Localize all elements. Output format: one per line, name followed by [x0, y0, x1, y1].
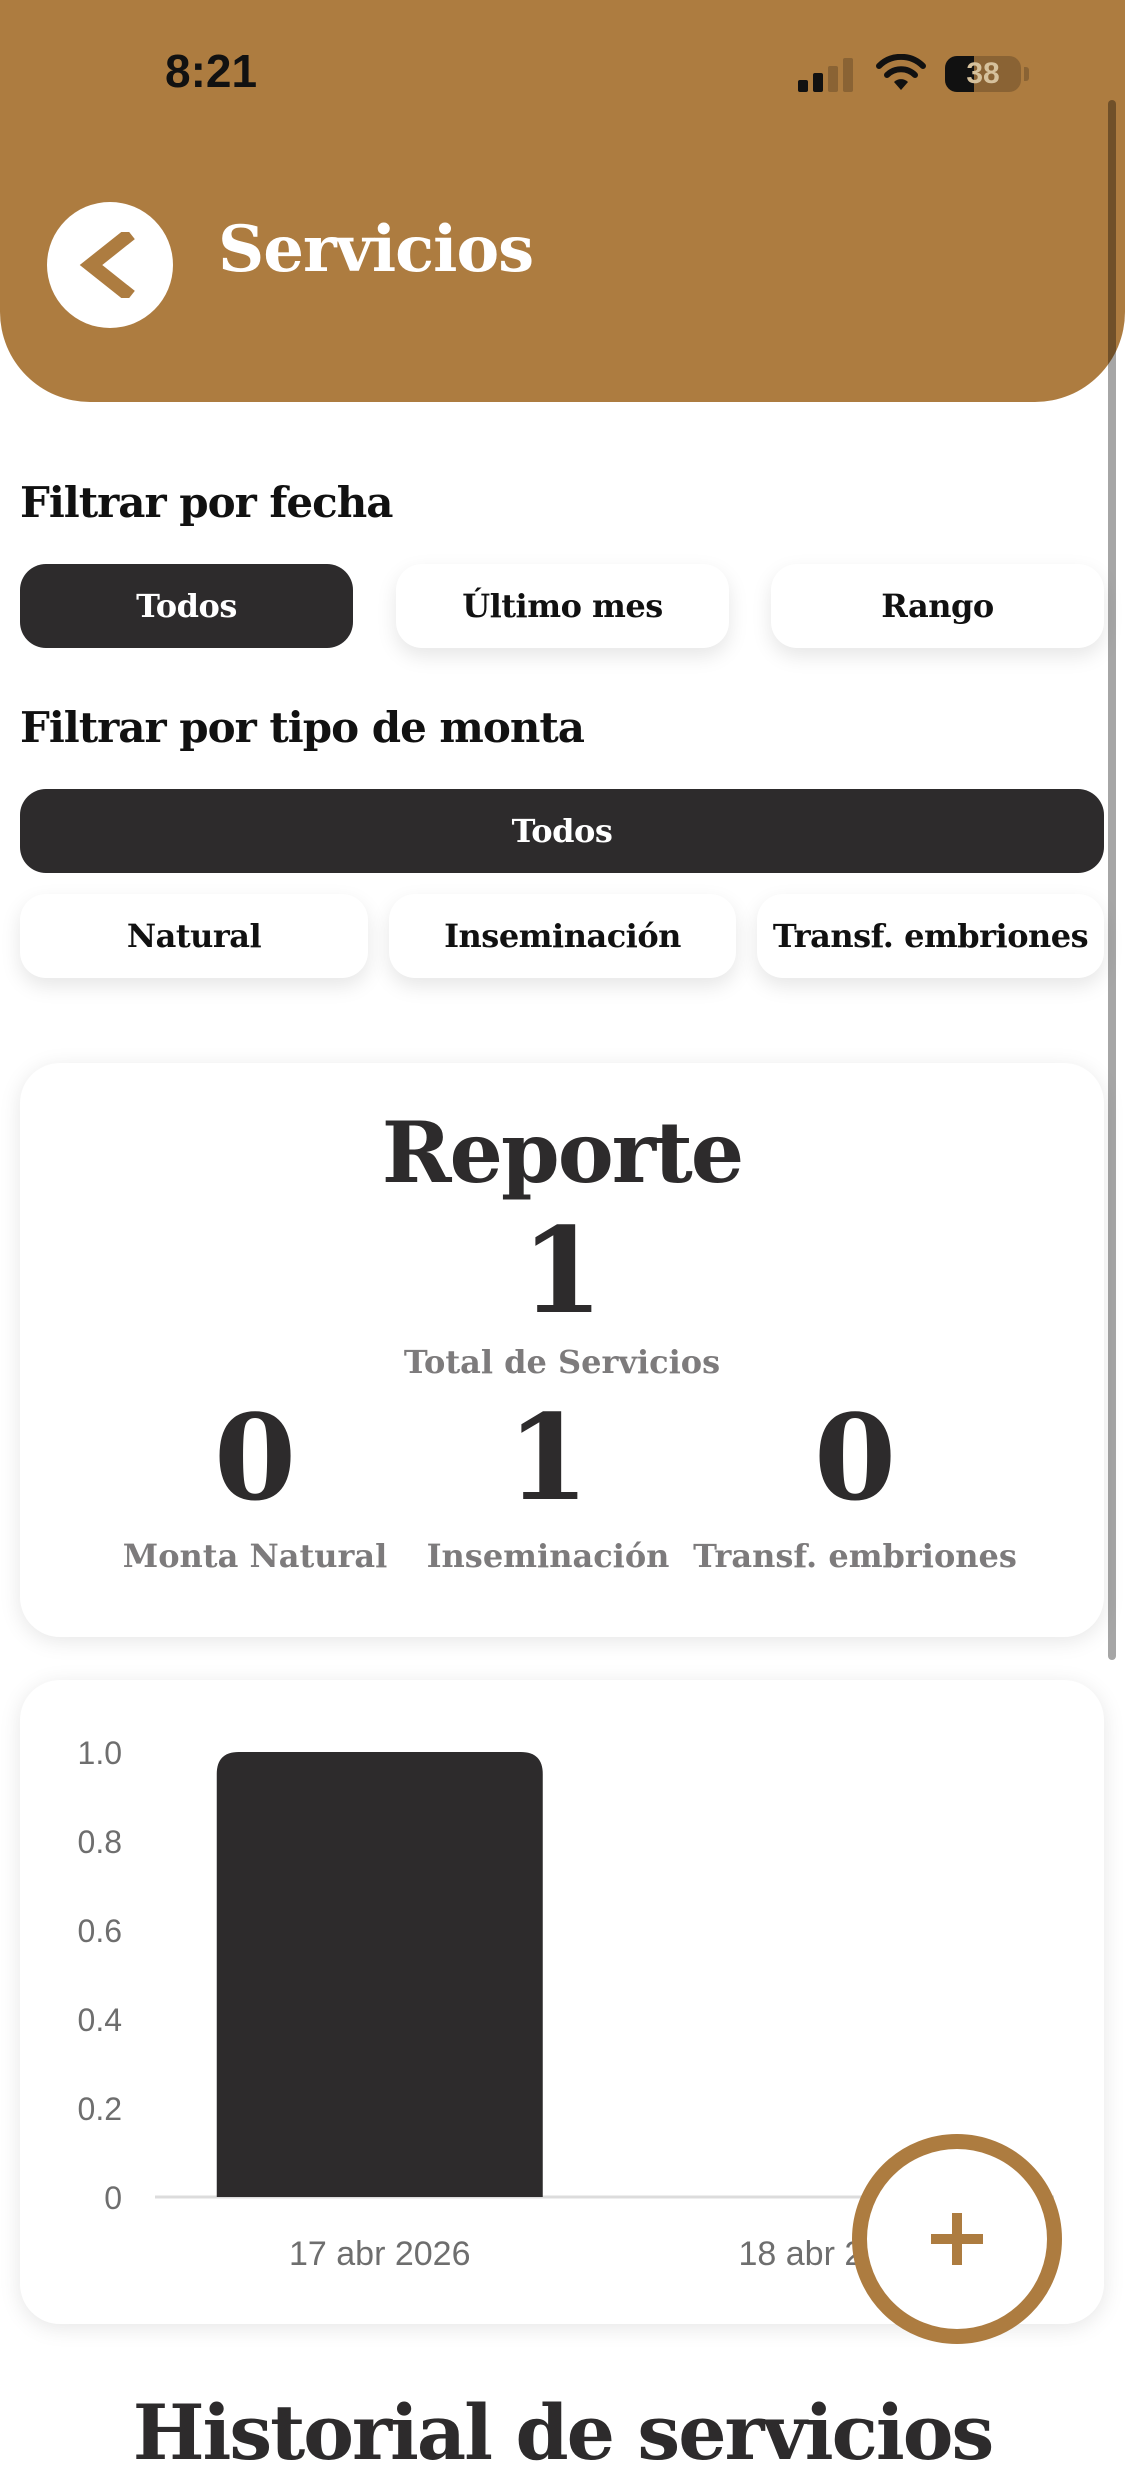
y-tick-label: 0.8 [78, 1824, 122, 1860]
stat-embryo-transfer-label: Transf. embriones [693, 1536, 1017, 1575]
chart-bar [216, 1752, 543, 2197]
stat-embryo-transfer-value: 0 [813, 1388, 897, 1527]
type-filter-insemination[interactable]: Inseminación [389, 894, 736, 978]
add-service-button[interactable] [852, 2134, 1062, 2344]
battery-icon: 38 [945, 56, 1021, 92]
report-total-value: 1 [520, 1201, 604, 1340]
stat-natural: 0 Monta Natural [85, 1393, 425, 1575]
y-tick-label: 1.0 [78, 1735, 122, 1771]
header: 8:21 38 Servicios [0, 0, 1125, 402]
chevron-left-icon [79, 232, 135, 298]
report-card: Reporte 1 Total de Servicios 0 Monta Nat… [20, 1063, 1104, 1637]
battery-level: 38 [966, 57, 1000, 90]
cellular-signal-icon [798, 58, 853, 92]
stat-embryo-transfer: 0 Transf. embriones [685, 1393, 1025, 1575]
y-tick-label: 0.2 [78, 2091, 122, 2127]
stat-insemination: 1 Inseminación [378, 1393, 718, 1575]
history-title: Historial de servicios [132, 2388, 995, 2477]
type-filter-label: Filtrar por tipo de monta [20, 703, 585, 752]
date-filter-all[interactable]: Todos [20, 564, 353, 648]
back-button[interactable] [47, 202, 173, 328]
x-tick-label: 17 abr 2026 [289, 2235, 471, 2273]
page-title: Servicios [218, 212, 534, 287]
wifi-icon [876, 54, 926, 90]
date-filter-label: Filtrar por fecha [20, 478, 393, 527]
stat-insemination-label: Inseminación [426, 1536, 670, 1575]
stat-natural-value: 0 [213, 1388, 297, 1527]
plus-icon [931, 2213, 983, 2265]
type-filter-embryo-transfer[interactable]: Transf. embriones [757, 894, 1104, 978]
date-filter-last-month[interactable]: Último mes [396, 564, 729, 648]
report-total-label: Total de Servicios [403, 1343, 721, 1381]
stat-insemination-value: 1 [506, 1388, 590, 1527]
y-tick-label: 0.4 [78, 2002, 122, 2038]
y-tick-label: 0.6 [78, 1913, 122, 1949]
status-time: 8:21 [165, 45, 258, 97]
y-tick-label: 0 [104, 2180, 122, 2216]
date-filter-range[interactable]: Rango [771, 564, 1104, 648]
type-filter-natural[interactable]: Natural [20, 894, 368, 978]
stat-natural-label: Monta Natural [122, 1536, 388, 1575]
battery-cap [1024, 67, 1029, 81]
scrollbar[interactable] [1108, 100, 1116, 1660]
report-title: Reporte [381, 1103, 745, 1202]
type-filter-all[interactable]: Todos [20, 789, 1104, 873]
